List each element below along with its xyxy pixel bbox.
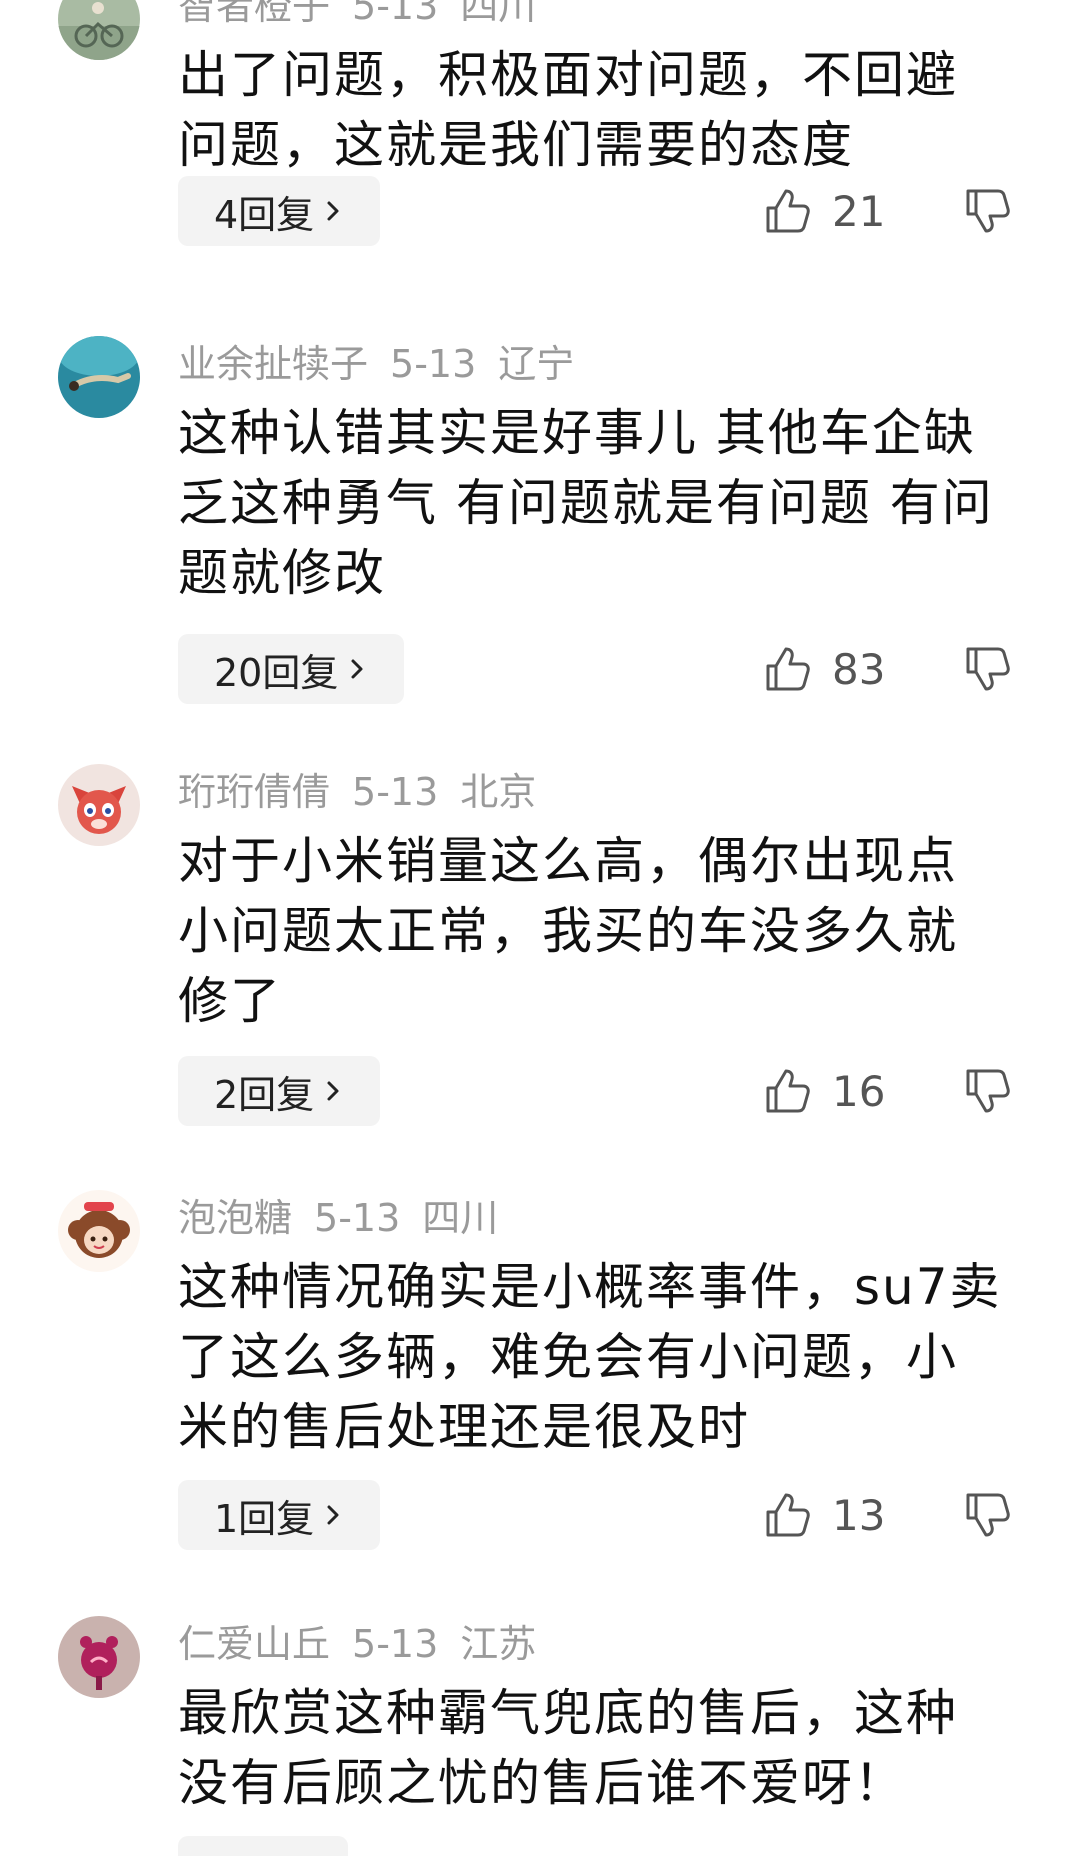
comment-meta: 仁爱山丘 5-13 江苏 <box>178 1620 558 1668</box>
like-button[interactable]: 21 <box>762 176 885 246</box>
like-count: 16 <box>832 1066 886 1116</box>
comment-line: 乏这种勇气 有问题就是有问题 有问 <box>178 474 994 532</box>
comment-line: 这种情况确实是小概率事件，su7卖 <box>178 1258 1002 1316</box>
thumbs-up-icon <box>766 1493 810 1537</box>
thumbs-up-icon <box>766 647 810 691</box>
like-count: 13 <box>832 1490 886 1540</box>
username[interactable]: 业余扯犊子 <box>178 342 368 386</box>
like-button[interactable]: 83 <box>762 634 885 704</box>
thumbs-up-icon <box>766 1069 810 1113</box>
comment-line: 对于小米销量这么高，偶尔出现点 <box>178 832 958 890</box>
comment-line: 问题，这就是我们需要的态度 <box>178 116 854 174</box>
comment-text: 这种认错其实是好事儿 其他车企缺 乏这种勇气 有问题就是有问题 有问 题就修改 <box>178 398 1038 608</box>
thumbs-down-icon <box>966 1069 1010 1113</box>
dislike-button[interactable] <box>962 176 1012 246</box>
comment-location: 辽宁 <box>498 342 575 386</box>
comment-line: 这种认错其实是好事儿 其他车企缺 <box>178 404 976 462</box>
comment-text: 最欣赏这种霸气兜底的售后，这种 没有后顾之忧的售后谁不爱呀！ <box>178 1678 1038 1818</box>
comment-meta: 智者橙子 5-13 四川 <box>178 0 558 30</box>
avatar-cyclist-photo[interactable] <box>58 0 140 60</box>
like-count: 83 <box>832 644 886 694</box>
reply-count: 20回复 <box>214 650 339 695</box>
comment-location: 四川 <box>422 1196 499 1240</box>
username[interactable]: 泡泡糖 <box>178 1196 292 1240</box>
thumbs-down-icon <box>966 1493 1010 1537</box>
comment-date: 5-13 <box>390 342 477 386</box>
avatar-cartoon-fox[interactable] <box>58 764 140 846</box>
username[interactable]: 智者橙子 <box>178 0 330 28</box>
like-button[interactable]: 16 <box>762 1056 885 1126</box>
comment-location: 北京 <box>460 770 537 814</box>
avatar-cartoon-girl[interactable] <box>58 1190 140 1272</box>
comment-line: 没有后顾之忧的售后谁不爱呀！ <box>178 1754 906 1812</box>
username[interactable]: 仁爱山丘 <box>178 1622 330 1666</box>
comment-line: 米的售后处理还是很及时 <box>178 1398 750 1456</box>
reply-button[interactable]: 2回复 <box>178 1056 381 1126</box>
thumbs-up-icon <box>766 189 810 233</box>
comment-line: 出了问题，积极面对问题，不回避 <box>178 46 958 104</box>
thumbs-down-icon <box>966 647 1010 691</box>
comment-meta: 泡泡糖 5-13 四川 <box>178 1194 520 1242</box>
reply-button[interactable]: 1回复 <box>178 1480 381 1550</box>
reply-count: 4回复 <box>214 192 315 237</box>
chevron-right-icon <box>327 201 339 221</box>
comment-line: 了这么多辆，难免会有小问题，小 <box>178 1328 958 1386</box>
thumbs-down-icon <box>966 189 1010 233</box>
comment-line: 最欣赏这种霸气兜底的售后，这种 <box>178 1684 958 1742</box>
comment-meta: 珩珩倩倩 5-13 北京 <box>178 768 558 816</box>
reply-button[interactable] <box>178 1836 348 1856</box>
chevron-right-icon <box>327 1081 339 1101</box>
chevron-right-icon <box>327 1505 339 1525</box>
comment-date: 5-13 <box>314 1196 401 1240</box>
chevron-right-icon <box>351 659 363 679</box>
comment-text: 这种情况确实是小概率事件，su7卖 了这么多辆，难免会有小问题，小 米的售后处理… <box>178 1252 1038 1462</box>
comment-text: 对于小米销量这么高，偶尔出现点 小问题太正常，我买的车没多久就 修了 <box>178 826 1038 1036</box>
comment-location: 江苏 <box>460 1622 537 1666</box>
dislike-button[interactable] <box>962 1480 1012 1550</box>
comment-text: 出了问题，积极面对问题，不回避 问题，这就是我们需要的态度 <box>178 40 1038 180</box>
comment-line: 小问题太正常，我买的车没多久就 <box>178 902 958 960</box>
comment-line: 修了 <box>178 972 282 1030</box>
comment-line: 题就修改 <box>178 544 386 602</box>
comment-feed: 智者橙子 5-13 四川 出了问题，积极面对问题，不回避 问题，这就是我们需要的态度… <box>0 0 1080 1856</box>
comment-date: 5-13 <box>352 1622 439 1666</box>
comment-meta: 业余扯犊子 5-13 辽宁 <box>178 340 596 388</box>
username[interactable]: 珩珩倩倩 <box>178 770 330 814</box>
reply-count: 1回复 <box>214 1496 315 1541</box>
dislike-button[interactable] <box>962 1056 1012 1126</box>
reply-button[interactable]: 20回复 <box>178 634 405 704</box>
dislike-button[interactable] <box>962 634 1012 704</box>
reply-count: 2回复 <box>214 1072 315 1117</box>
comment-date: 5-13 <box>352 0 439 28</box>
like-button[interactable]: 13 <box>762 1480 885 1550</box>
avatar-magenta-character[interactable] <box>58 1616 140 1698</box>
like-count: 21 <box>832 186 886 236</box>
avatar-underwater-swimmer[interactable] <box>58 336 140 418</box>
comment-location: 四川 <box>460 0 537 28</box>
reply-button[interactable]: 4回复 <box>178 176 381 246</box>
comment-date: 5-13 <box>352 770 439 814</box>
